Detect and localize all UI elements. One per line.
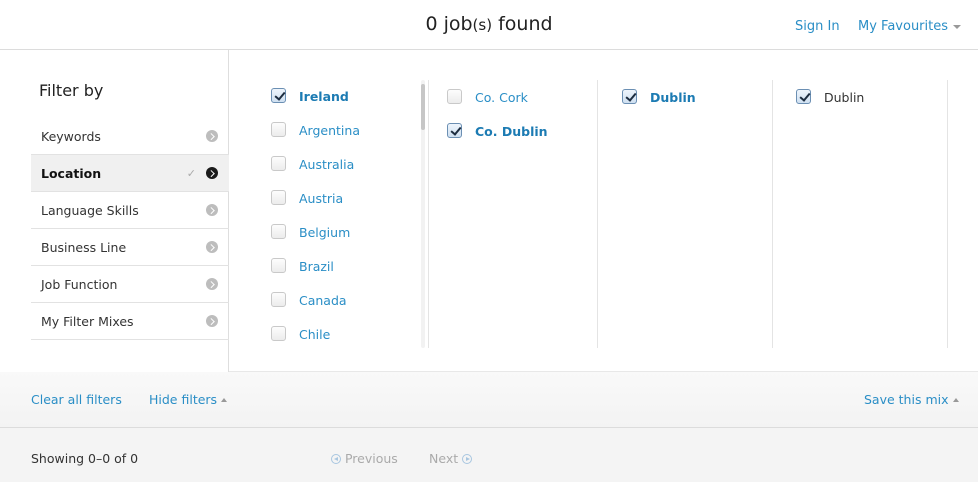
- checkbox-checked[interactable]: [622, 89, 637, 104]
- next-page-button[interactable]: Next: [429, 451, 473, 466]
- sign-in-link[interactable]: Sign In: [795, 19, 840, 34]
- county-list: Co. Cork Co. Dublin: [428, 80, 598, 348]
- option-label: Dublin: [824, 90, 865, 105]
- my-favourites-dropdown[interactable]: My Favourites: [858, 19, 962, 34]
- option-label: Brazil: [299, 259, 334, 274]
- chevron-up-icon: [952, 397, 959, 402]
- checkbox-checked[interactable]: [447, 123, 462, 138]
- checkbox-checked[interactable]: [271, 88, 286, 103]
- country-list[interactable]: Ireland Argentina Australia Austria Belg…: [229, 80, 422, 348]
- filter-category-language-skills[interactable]: Language Skills: [31, 192, 229, 229]
- option-label: Dublin: [650, 90, 696, 105]
- option-label: Chile: [299, 327, 331, 342]
- checkbox[interactable]: [271, 224, 286, 239]
- option-label: Austria: [299, 191, 344, 206]
- option-label: Belgium: [299, 225, 351, 240]
- filter-category-keywords[interactable]: Keywords: [31, 118, 229, 155]
- office-list: Dublin: [772, 80, 948, 348]
- city-list: Dublin: [597, 80, 772, 348]
- option-label: Argentina: [299, 123, 360, 138]
- chevron-right-icon: [206, 204, 218, 216]
- clear-all-filters-link[interactable]: Clear all filters: [31, 392, 122, 407]
- checkbox[interactable]: [271, 190, 286, 205]
- arrow-right-circle-icon: [462, 454, 473, 464]
- arrow-left-circle-icon: [331, 454, 341, 464]
- checkbox[interactable]: [271, 292, 286, 307]
- checkbox[interactable]: [271, 156, 286, 171]
- checkbox[interactable]: [271, 122, 286, 137]
- scrollbar-thumb[interactable]: [421, 84, 425, 130]
- results-range-text: Showing 0–0 of 0: [31, 451, 139, 466]
- checkmark-icon: ✓: [186, 167, 196, 180]
- chevron-right-icon: [206, 167, 218, 179]
- option-label: Australia: [299, 157, 355, 172]
- country-list-scrollbar[interactable]: [421, 80, 425, 348]
- chevron-right-icon: [206, 315, 218, 327]
- option-label: Ireland: [299, 89, 349, 104]
- filter-category-label: Location: [41, 166, 102, 181]
- checkbox[interactable]: [271, 326, 286, 341]
- results-footer: Showing 0–0 of 0 Previous Next: [0, 428, 978, 482]
- filter-action-bar: Clear all filters Hide filters Save this…: [0, 372, 978, 428]
- filter-category-label: My Filter Mixes: [41, 314, 134, 329]
- results-found-text: found: [492, 13, 553, 35]
- filter-category-label: Language Skills: [41, 203, 139, 218]
- results-count-suffix: (s): [472, 16, 493, 34]
- chevron-right-icon: [206, 241, 218, 253]
- filter-category-label: Business Line: [41, 240, 127, 255]
- filter-category-business-line[interactable]: Business Line: [31, 229, 229, 266]
- filter-category-label: Keywords: [41, 129, 101, 144]
- previous-label: Previous: [344, 451, 398, 466]
- filter-category-location[interactable]: Location ✓: [31, 155, 229, 192]
- checkbox[interactable]: [271, 258, 286, 273]
- hide-filters-link[interactable]: Hide filters: [149, 392, 228, 407]
- chevron-up-icon: [221, 397, 228, 402]
- previous-page-button[interactable]: Previous: [331, 451, 398, 466]
- chevron-down-icon: [953, 24, 962, 29]
- filter-category-label: Job Function: [41, 277, 118, 292]
- save-mix-label: Save this mix: [864, 392, 949, 407]
- filter-by-title: Filter by: [39, 81, 104, 100]
- filter-category-my-filter-mixes[interactable]: My Filter Mixes: [31, 303, 229, 340]
- results-count-text: 0 job: [425, 13, 473, 35]
- checkbox[interactable]: [447, 89, 462, 104]
- my-favourites-label: My Favourites: [858, 19, 949, 34]
- checkbox-checked[interactable]: [796, 89, 811, 104]
- chevron-right-icon: [206, 278, 218, 290]
- option-label: Co. Cork: [475, 90, 528, 105]
- filter-sidebar: Filter by Keywords Location ✓ Language S…: [0, 50, 229, 372]
- chevron-right-icon: [206, 130, 218, 142]
- hide-filters-label: Hide filters: [149, 392, 218, 407]
- option-label: Canada: [299, 293, 347, 308]
- next-label: Next: [429, 451, 459, 466]
- filter-category-list: Keywords Location ✓ Language Skills Busi…: [31, 118, 229, 340]
- filter-panel: Filter by Keywords Location ✓ Language S…: [0, 50, 978, 372]
- save-this-mix-link[interactable]: Save this mix: [864, 392, 959, 407]
- top-header: 0 job(s) found Sign In My Favourites: [0, 0, 978, 50]
- filter-category-job-function[interactable]: Job Function: [31, 266, 229, 303]
- option-label: Co. Dublin: [475, 124, 548, 139]
